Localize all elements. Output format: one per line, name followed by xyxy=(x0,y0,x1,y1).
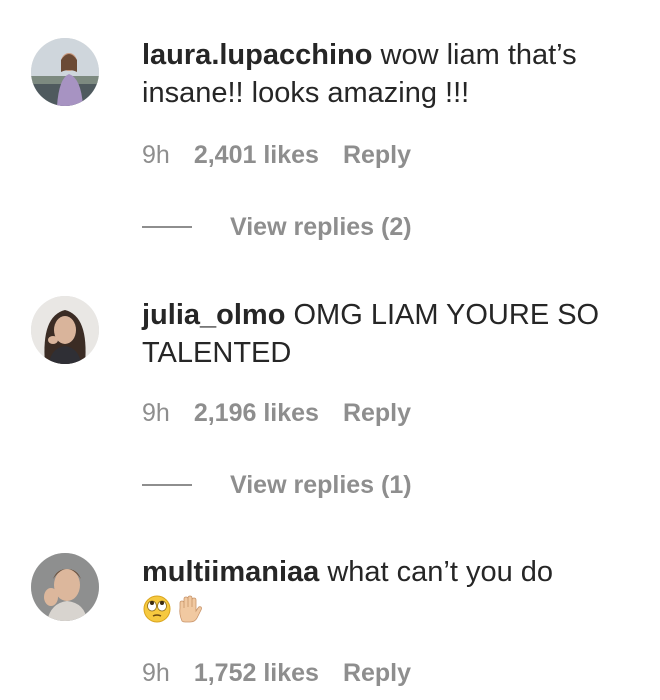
timestamp: 9h xyxy=(142,399,170,427)
comment-meta: 9h 2,196 likes Reply xyxy=(142,399,411,428)
avatar[interactable] xyxy=(31,296,99,364)
timestamp: 9h xyxy=(142,141,170,169)
comment-text: what can’t you do xyxy=(327,556,554,588)
view-replies-label: View replies (2) xyxy=(230,212,412,241)
reply-button[interactable]: Reply xyxy=(343,399,411,428)
comment-meta: 9h 1,752 likes Reply xyxy=(142,659,411,688)
view-replies-label: View replies (1) xyxy=(230,470,412,499)
reply-button[interactable]: Reply xyxy=(343,141,411,170)
comment-meta: 9h 2,401 likes Reply xyxy=(142,141,411,170)
username[interactable]: laura.lupacchino xyxy=(142,39,372,71)
username[interactable]: julia_olmo xyxy=(142,299,285,331)
divider xyxy=(142,484,192,486)
avatar[interactable] xyxy=(31,38,99,106)
view-replies-button[interactable]: View replies (1) xyxy=(142,470,412,500)
comment-text-block: laura.lupacchino wow liam that’s insane!… xyxy=(142,36,642,112)
likes-count[interactable]: 2,196 likes xyxy=(194,399,319,428)
reply-button[interactable]: Reply xyxy=(343,659,411,688)
avatar[interactable] xyxy=(31,553,99,621)
likes-count[interactable]: 2,401 likes xyxy=(194,141,319,170)
divider xyxy=(142,226,192,228)
likes-count[interactable]: 1,752 likes xyxy=(194,659,319,688)
face-with-rolling-eyes-icon xyxy=(142,594,172,624)
timestamp: 9h xyxy=(142,659,170,687)
raised-hand-icon xyxy=(174,594,204,624)
username[interactable]: multiimaniaa xyxy=(142,556,319,588)
comment-text-block: multiimaniaa what can’t you do xyxy=(142,553,642,629)
comment-text-block: julia_olmo OMG LIAM YOURE SO TALENTED xyxy=(142,296,642,372)
view-replies-button[interactable]: View replies (2) xyxy=(142,212,412,242)
